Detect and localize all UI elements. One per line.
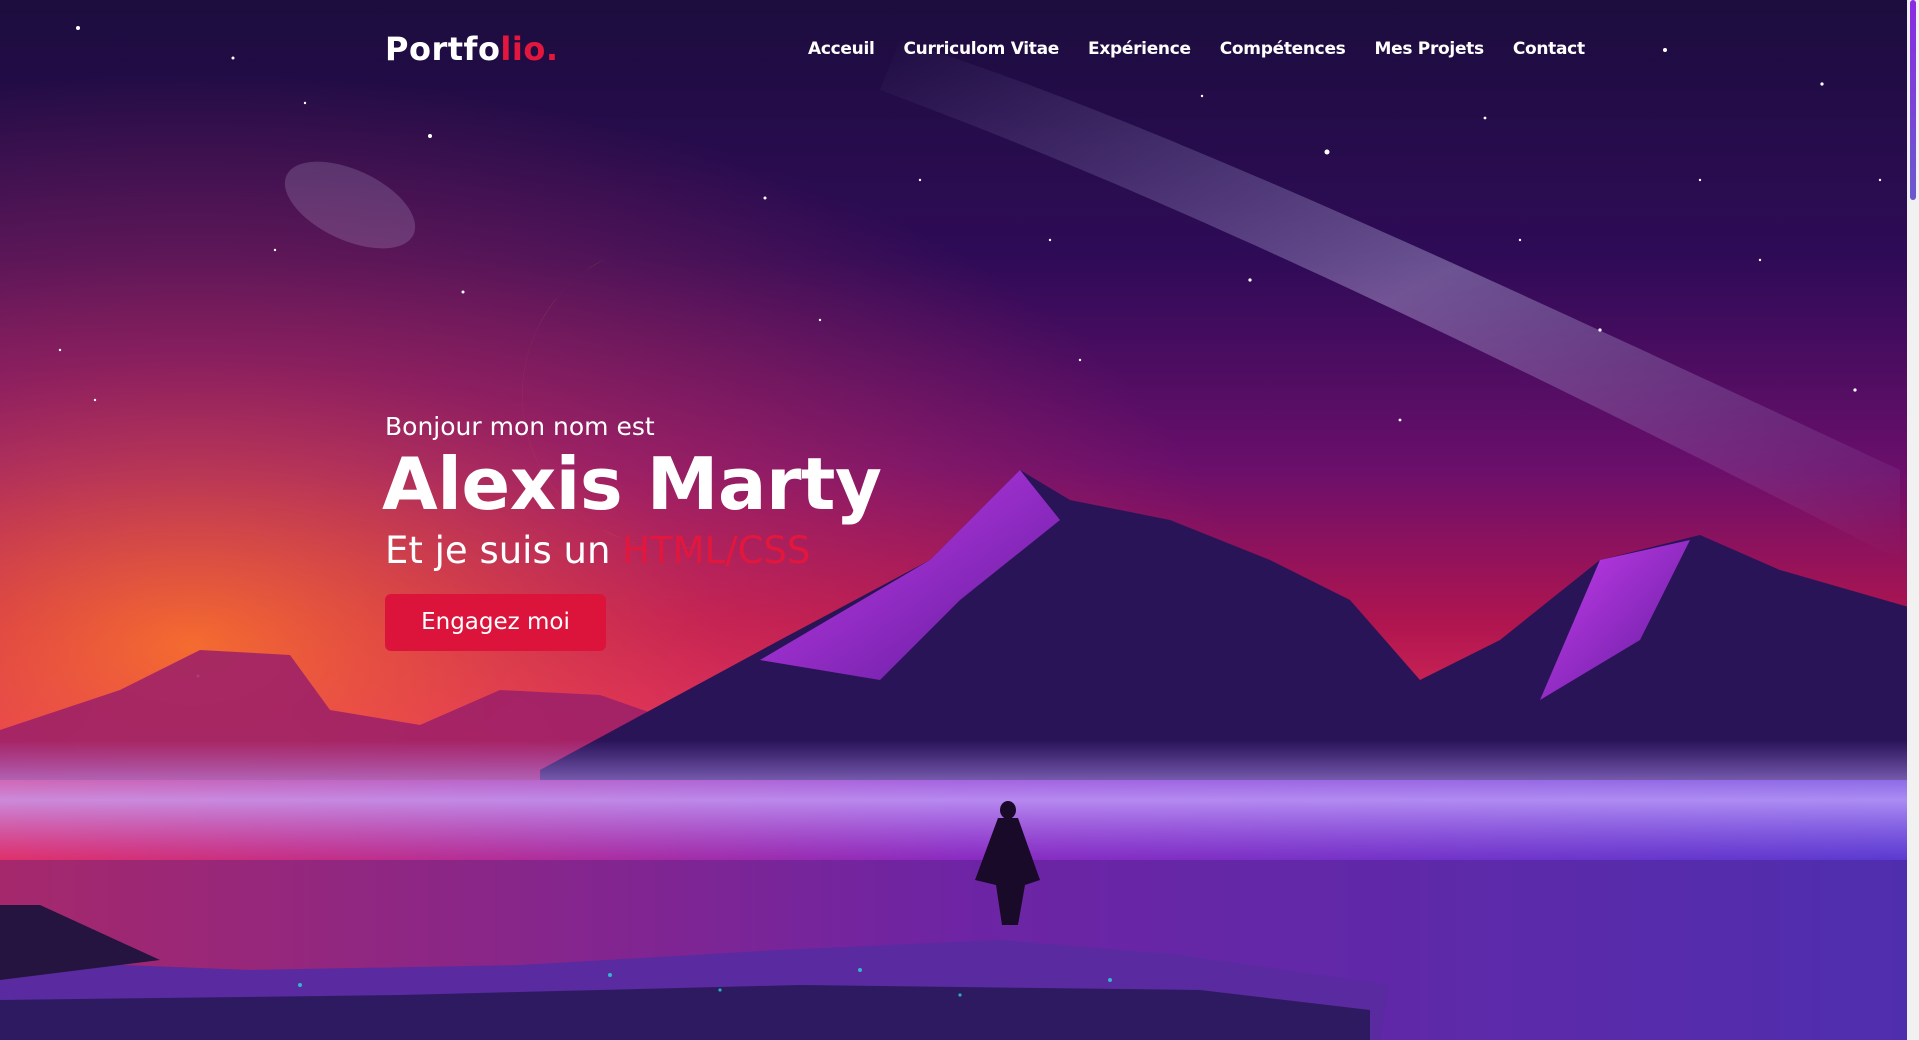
hero-role: Et je suis un HTML/CSS: [385, 529, 881, 572]
hero-role-typed: HTML/CSS: [622, 528, 811, 572]
scrollbar-thumb[interactable]: [1910, 0, 1916, 200]
hero-intro: Bonjour mon nom est Alexis Marty Et je s…: [382, 412, 882, 651]
brand-logo[interactable]: Portfolio.: [385, 30, 559, 68]
top-navbar: Portfolio. Acceuil Curriculom Vitae Expé…: [0, 0, 1905, 100]
nav-link-acceuil[interactable]: Acceuil: [808, 39, 875, 59]
hero-section: Portfolio. Acceuil Curriculom Vitae Expé…: [0, 0, 1919, 1040]
hero-greeting: Bonjour mon nom est: [385, 412, 655, 441]
nav-link-contact[interactable]: Contact: [1513, 39, 1585, 59]
hero-name: Alexis Marty: [382, 442, 882, 526]
brand-text: Portfo: [385, 30, 501, 68]
hero-role-prefix: Et je suis un: [385, 528, 611, 572]
hire-me-button[interactable]: Engagez moi: [385, 593, 606, 651]
brand-accent-text: lio.: [500, 30, 559, 68]
nav-link-competences[interactable]: Compétences: [1220, 39, 1346, 59]
hero-background-illustration: [0, 0, 1919, 1040]
page-scrollbar[interactable]: [1907, 0, 1919, 1040]
nav-link-experience[interactable]: Expérience: [1088, 39, 1191, 59]
nav-link-mes-projets[interactable]: Mes Projets: [1375, 39, 1485, 59]
nav-link-curriculum-vitae[interactable]: Curriculom Vitae: [904, 39, 1060, 59]
main-menu: Acceuil Curriculom Vitae Expérience Comp…: [808, 39, 1585, 59]
